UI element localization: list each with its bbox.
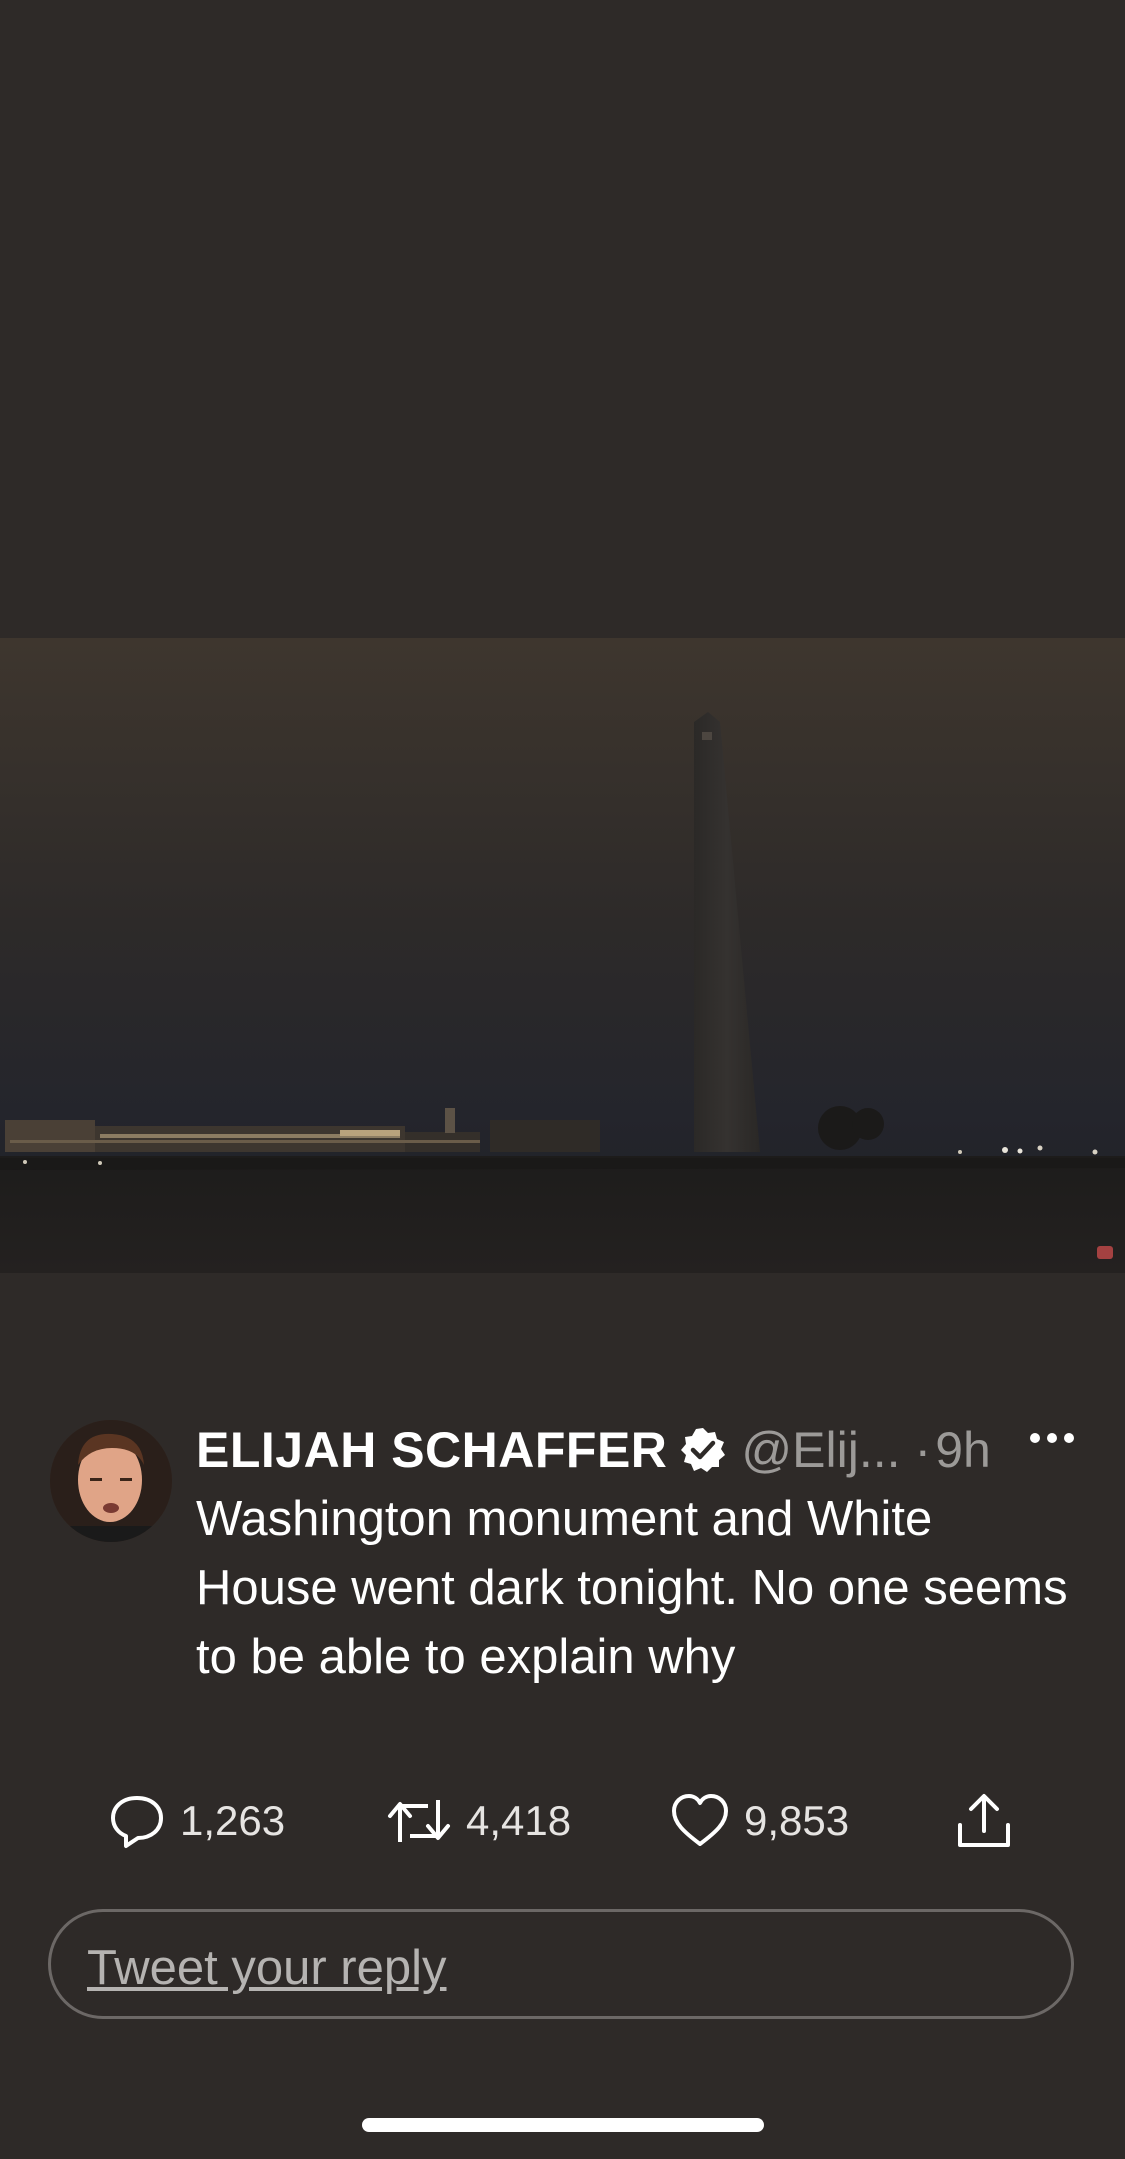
like-count: 9,853 [744,1797,850,1844]
home-indicator[interactable] [362,2118,764,2132]
avatar[interactable] [50,1420,172,1542]
tweet: ELIJAH SCHAFFER @Elij... · 9h Washington… [0,1420,1125,1710]
tweet-actions: 1,263 4,418 9,853 [0,1785,1125,1865]
author-handle[interactable]: @Elij... [741,1421,900,1479]
like-button[interactable]: 9,853 [670,1785,849,1857]
reply-button[interactable]: 1,263 [108,1785,285,1857]
verified-badge-icon [681,1428,726,1472]
share-button[interactable] [954,1785,1014,1857]
retweet-button[interactable]: 4,418 [386,1785,571,1857]
more-icon[interactable] [1029,1428,1075,1448]
retweet-count: 4,418 [466,1797,572,1844]
author-name[interactable]: ELIJAH SCHAFFER [196,1421,667,1479]
reply-input[interactable]: Tweet your reply [48,1909,1074,2019]
tweet-time[interactable]: 9h [935,1421,991,1479]
reply-icon [111,1796,163,1848]
night-monument-photo [0,638,1125,1273]
tweet-header: ELIJAH SCHAFFER @Elij... · 9h [196,1420,1085,1480]
reply-count: 1,263 [180,1797,286,1844]
reply-placeholder: Tweet your reply [87,1941,447,1995]
tweet-text: Washington monument and White House went… [196,1492,1068,1684]
separator-dot: · [914,1422,932,1478]
heart-icon [672,1794,728,1846]
tweet-media-image[interactable] [0,638,1125,1273]
avatar-portrait [50,1420,172,1542]
retweet-icon [388,1800,450,1842]
share-icon [958,1794,1010,1847]
